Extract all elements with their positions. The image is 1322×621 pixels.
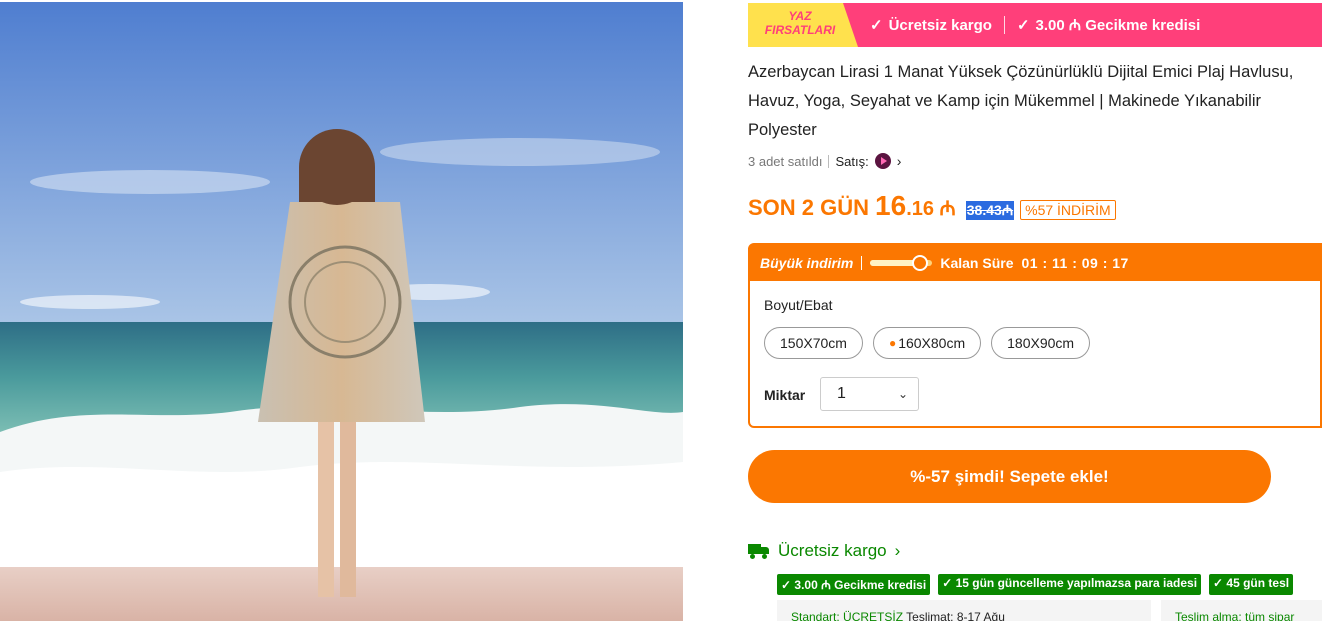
pickup-label: Teslim alma: tüm sipar [1175,610,1295,621]
badge-line1: YAZ [788,9,812,23]
timer-icon [870,255,933,271]
summer-deals-badge: YAZ FIRSATLARI [748,3,858,47]
size-option-160x80[interactable]: ● 160X80cm [872,327,982,359]
flame-icon: ● [888,336,897,350]
sold-count: 3 adet satıldı [748,153,823,169]
standard-shipping-label: Standart: ÜCRETSİZ [791,610,904,621]
quantity-select[interactable]: 1 ⌄ [820,377,919,411]
size-options: 150X70cm ● 160X80cm 180X90cm [764,327,1091,359]
free-shipping-promo: ✓ Ücretsiz kargo [858,16,1004,35]
check-icon: ✓ [870,17,883,34]
add-to-cart-button[interactable]: %-57 şimdi! Sepete ekle! [748,450,1271,503]
quantity-label: Miktar [764,387,806,403]
shipping-cards: Standart: ÜCRETSİZ Teslimat: 8-17 Ağu Te… [777,600,1322,621]
chevron-down-icon: ⌄ [897,387,908,401]
divider [828,154,830,168]
standard-shipping-card: Standart: ÜCRETSİZ Teslimat: 8-17 Ağu [777,600,1151,621]
deal-header: Büyük indirim Kalan Süre 01 : 11 : 09 : … [750,245,1320,281]
deal-label: Büyük indirim [760,255,854,271]
chevron-right-icon[interactable]: › [897,153,902,169]
size-option-150x70[interactable]: 150X70cm [764,327,863,359]
delay-credit-promo: ✓ 3.00 ₼ Gecikme kredisi [1005,15,1212,35]
shipping-tag: ✓ 45 gün tesl [1209,574,1294,595]
quantity-value: 1 [837,385,846,402]
deal-box: Büyük indirim Kalan Süre 01 : 11 : 09 : … [748,243,1322,428]
size-text: 150X70cm [780,335,847,351]
size-option-180x90[interactable]: 180X90cm [991,327,1091,359]
free-shipping-text: Ücretsiz kargo [888,16,992,34]
delivery-estimate: Teslimat: 8-17 Ağu [906,610,1005,621]
shipping-tag: ✓ 15 gün güncelleme yapılmazsa para iade… [938,574,1202,595]
price-decimal: .16 ₼ [906,198,956,220]
chevron-right-icon: › [894,541,901,560]
promo-banner: YAZ FIRSATLARI ✓ Ücretsiz kargo ✓ 3.00 ₼… [748,3,1322,47]
price-integer: 16 [875,190,907,221]
product-title: Azerbaycan Lirasi 1 Manat Yüksek Çözünür… [748,63,1294,139]
pickup-card: Teslim alma: tüm sipar [1161,600,1322,621]
truck-icon [748,543,770,559]
discount-badge: %57 İNDİRİM [1020,200,1116,220]
countdown-timer: 01 : 11 : 09 : 17 [1021,255,1129,271]
deal-deadline: SON 2 GÜN [748,195,870,220]
seller-logo-icon[interactable] [874,153,891,169]
size-text: 160X80cm [898,335,966,351]
size-text: 180X90cm [1007,335,1075,351]
check-icon: ✓ [1016,17,1030,34]
badge-line2: FIRSATLARI [764,23,836,37]
seller-label: Satış: [835,153,869,169]
shipping-tags: ✓ 3.00 ₼ Gecikme kredisi ✓ 15 gün güncel… [777,574,1294,595]
shipping-tag: ✓ 3.00 ₼ Gecikme kredisi [777,574,931,595]
countdown-label: Kalan Süre [940,255,1014,271]
divider [861,256,863,270]
original-price: 38.43₼ [965,201,1015,220]
product-photo[interactable] [0,2,683,621]
delay-credit-text: 3.00 ₼ Gecikme kredisi [1035,17,1201,34]
size-label: Boyut/Ebat [764,297,833,313]
sales-meta: 3 adet satıldı Satış: › [748,151,901,171]
price-row: SON 2 GÜN 16 .16 ₼ 38.43₼ %57 İNDİRİM [748,190,1116,230]
shipping-header[interactable]: Ücretsiz kargo › [748,541,900,561]
shipping-title: Ücretsiz kargo [778,541,887,560]
